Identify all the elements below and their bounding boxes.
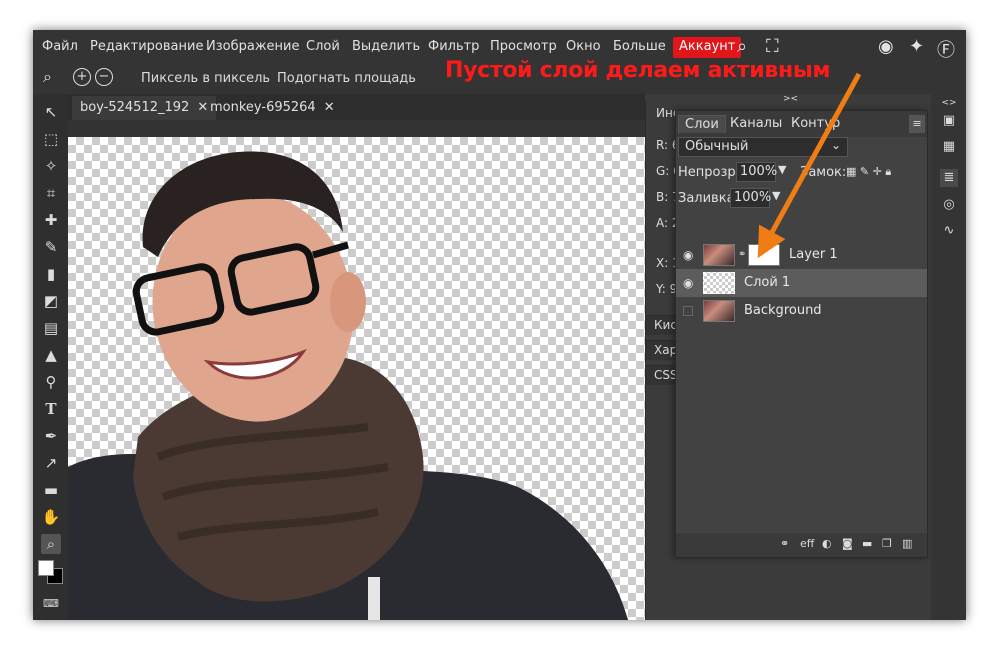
fit-area-button[interactable]: Подогнать площадь <box>277 71 416 86</box>
lock-options-icon[interactable]: ▦ ✎ ✛ 🔒︎ <box>846 165 891 179</box>
crop-tool-icon[interactable]: ⌗ <box>41 183 61 203</box>
menu-image[interactable]: Изображение <box>206 39 299 54</box>
annotation-text: Пустой слой делаем активным <box>445 58 831 83</box>
tab-layers[interactable]: Слои <box>678 115 726 133</box>
right-dock: <> ▣ ▦ ≣ ◎ ∿ <box>931 94 966 620</box>
fullscreen-icon[interactable]: ⛶ <box>766 36 779 57</box>
trash-icon[interactable]: ▥ <box>902 537 912 550</box>
tab-channels[interactable]: Каналы <box>724 115 788 132</box>
portrait-image <box>68 151 628 620</box>
layer-name: Background <box>744 303 822 318</box>
facebook-icon[interactable]: Ⓕ <box>937 36 955 62</box>
keyboard-icon[interactable]: ⌨ <box>41 594 61 614</box>
fill-dropdown-icon[interactable]: ▼ <box>772 189 780 202</box>
pen-tool-icon[interactable]: ✒ <box>41 426 61 446</box>
link-layers-icon[interactable]: ⚭ <box>780 537 789 550</box>
zoom-out-icon[interactable]: − <box>95 68 113 86</box>
dodge-tool-icon[interactable]: ⚲ <box>41 372 61 392</box>
marquee-tool-icon[interactable]: ⬚ <box>41 129 61 149</box>
menu-view[interactable]: Просмотр <box>490 39 557 54</box>
move-tool-icon[interactable]: ↖ <box>41 102 61 122</box>
text-tool-icon[interactable]: T <box>41 399 61 419</box>
layers-footer: ⚭ eff ◐ ◙ ▬ ❐ ▥ <box>676 533 927 557</box>
layer-name: Layer 1 <box>789 247 838 262</box>
layers-icon[interactable]: ≣ <box>940 169 958 187</box>
effects-button[interactable]: eff <box>800 537 814 550</box>
opacity-label: Непрозр.: <box>678 165 745 180</box>
adjustment-layer-icon[interactable]: ◐ <box>822 537 832 550</box>
layer-row-background[interactable]: Background <box>676 297 927 325</box>
paths-icon[interactable]: ∿ <box>940 222 958 240</box>
layer-name: Слой 1 <box>744 275 791 290</box>
tab-boy[interactable]: boy-524512_192 ✕ <box>72 96 217 120</box>
brush-tool-icon[interactable]: ✎ <box>41 237 61 257</box>
opacity-dropdown-icon[interactable]: ▼ <box>778 163 786 176</box>
menu-select[interactable]: Выделить <box>352 39 420 54</box>
hand-tool-icon[interactable]: ✋ <box>41 507 61 527</box>
tab-paths[interactable]: Контур <box>785 115 846 132</box>
search-icon[interactable]: ⌕ <box>737 36 747 57</box>
chevron-down-icon: ⌄ <box>830 138 841 152</box>
layers-panel: Слои Каналы Контур ≡ Обычный ⌄ Непрозр.:… <box>675 110 928 558</box>
layer-thumbnail <box>703 300 735 322</box>
eraser-tool-icon[interactable]: ◩ <box>41 291 61 311</box>
history-icon[interactable]: ▣ <box>940 112 958 130</box>
blur-tool-icon[interactable]: ▲ <box>41 345 61 365</box>
heal-tool-icon[interactable]: ✚ <box>41 210 61 230</box>
folder-icon[interactable]: ▬ <box>862 537 872 550</box>
menu-window[interactable]: Окно <box>566 39 601 54</box>
zoom-tool-icon: ⌕ <box>43 67 52 86</box>
shape-tool-icon[interactable]: ▬ <box>41 480 61 500</box>
pixel-to-pixel-button[interactable]: Пиксель в пиксель <box>141 71 270 86</box>
link-icon[interactable]: ⚭ <box>738 249 746 260</box>
tab-monkey[interactable]: monkey-695264 ✕ <box>202 96 343 120</box>
menu-layer[interactable]: Слой <box>306 39 340 54</box>
visibility-off-icon[interactable] <box>683 306 693 316</box>
menu-filter[interactable]: Фильтр <box>428 39 479 54</box>
layers-panel-tabs: Слои Каналы Контур ≡ <box>676 111 927 137</box>
layer-row-sloy1[interactable]: ◉ Слой 1 <box>676 269 927 297</box>
toolbar: ↖ ⬚ ✧ ⌗ ✚ ✎ ▮ ◩ ▤ ▲ ⚲ T ✒ ↗ ▬ ✋ ⌕ ⌨ <box>33 94 68 620</box>
menu-edit[interactable]: Редактирование <box>90 39 203 54</box>
canvas-top-margin <box>68 120 645 137</box>
mask-icon[interactable]: ◙ <box>842 537 853 550</box>
fill-input[interactable]: 100% <box>730 188 771 208</box>
app-window: Файл Редактирование Изображение Слой Выд… <box>33 30 966 620</box>
zoom-in-icon[interactable]: + <box>73 68 91 86</box>
layer-row-layer1[interactable]: ◉ ⚭ Layer 1 <box>676 241 927 269</box>
layer-thumbnail <box>703 244 735 266</box>
layer-thumbnail <box>703 272 735 294</box>
gradient-tool-icon[interactable]: ▤ <box>41 318 61 338</box>
menu-more[interactable]: Больше <box>613 39 666 54</box>
magic-wand-icon[interactable]: ✧ <box>41 156 61 176</box>
opacity-input[interactable]: 100% <box>736 162 777 182</box>
swatches-icon[interactable]: ▦ <box>940 138 958 156</box>
lock-label: Замок: <box>800 165 847 180</box>
blend-mode-value: Обычный <box>685 139 749 154</box>
channels-icon[interactable]: ◎ <box>940 196 958 214</box>
document-tabs: boy-524512_192 ✕ monkey-695264 ✕ <box>68 94 645 120</box>
foreground-color-swatch[interactable] <box>38 560 54 576</box>
path-select-icon[interactable]: ↗ <box>41 453 61 473</box>
menu-file[interactable]: Файл <box>42 39 78 54</box>
close-icon[interactable]: ✕ <box>324 100 335 115</box>
visibility-eye-icon[interactable]: ◉ <box>683 276 693 290</box>
image-canvas[interactable] <box>68 137 645 620</box>
account-button[interactable]: Аккаунт <box>673 37 742 58</box>
twitter-icon[interactable]: ✦ <box>909 36 924 57</box>
tab-label: monkey-695264 <box>210 100 316 115</box>
reddit-icon[interactable]: ◉ <box>878 36 894 57</box>
zoom-tool-button-icon[interactable]: ⌕ <box>41 534 61 554</box>
new-layer-icon[interactable]: ❐ <box>882 537 892 550</box>
tab-label: boy-524512_192 <box>80 100 190 115</box>
layer-mask-thumbnail[interactable] <box>748 244 780 266</box>
collapse-dock-icon[interactable]: <> <box>940 94 958 112</box>
panel-menu-icon[interactable]: ≡ <box>909 115 925 133</box>
stamp-tool-icon[interactable]: ▮ <box>41 264 61 284</box>
collapse-panel-icon[interactable]: >< <box>783 94 798 104</box>
blend-mode-select[interactable]: Обычный ⌄ <box>678 137 848 157</box>
visibility-eye-icon[interactable]: ◉ <box>683 248 693 262</box>
